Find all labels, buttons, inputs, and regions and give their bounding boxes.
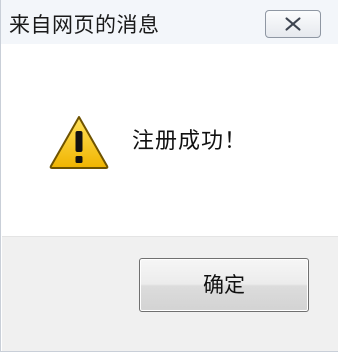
ok-button[interactable]: 确定	[139, 258, 309, 312]
message-dialog: 来自网页的消息 注册成功！ 确定	[0, 0, 338, 352]
dialog-footer: 确定	[2, 236, 338, 351]
dialog-message: 注册成功！	[132, 129, 248, 154]
warning-icon	[49, 116, 109, 169]
close-icon	[285, 17, 301, 31]
dialog-content: 注册成功！	[2, 44, 338, 236]
dialog-title: 来自网页的消息	[9, 13, 160, 37]
title-bar: 来自网页的消息	[1, 0, 338, 44]
close-button[interactable]	[265, 10, 321, 38]
